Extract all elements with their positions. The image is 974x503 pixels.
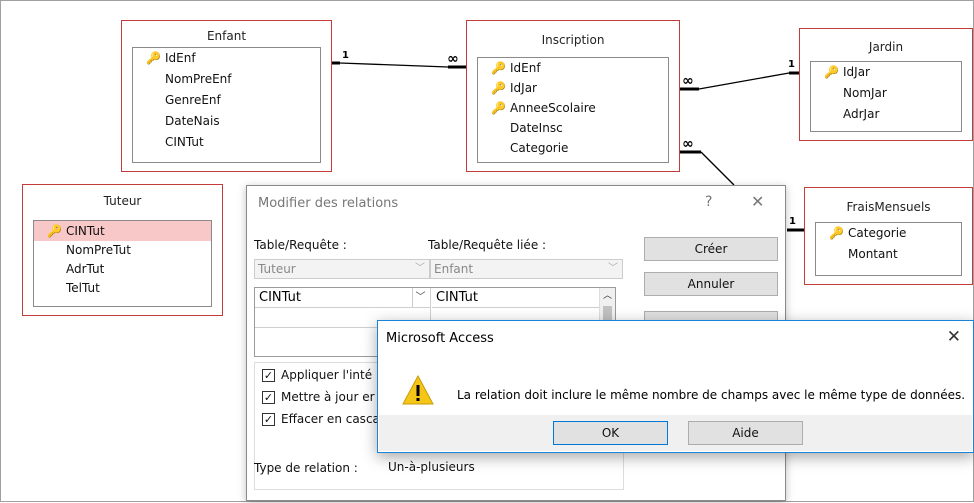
message-footer: OK Aide	[379, 415, 972, 451]
relation-many-label: ∞	[682, 73, 694, 89]
help-button[interactable]: Aide	[688, 421, 803, 445]
field-list: 🔑 IdEnf NomPreEnf GenreEnf DateNais CINTu…	[132, 47, 321, 163]
table-fraismensuels[interactable]: FraisMensuels 🔑 Categorie Montant	[804, 187, 973, 285]
left-field-cell[interactable]: CINTut ﹀	[255, 288, 431, 308]
related-table-label: Table/Requête liée :	[428, 238, 547, 252]
relation-one-label: 1	[789, 216, 796, 227]
key-icon: 🔑	[491, 101, 506, 115]
field-nompretut[interactable]: NomPreTut	[34, 241, 211, 260]
table-select[interactable]: Tuteur ﹀	[254, 259, 430, 279]
chevron-down-icon: ﹀	[415, 263, 425, 274]
enforce-integrity-checkbox[interactable]: ✓	[262, 369, 275, 382]
table-enfant[interactable]: Enfant 🔑 IdEnf NomPreEnf GenreEnf DateNai…	[121, 20, 332, 172]
chevron-up-icon[interactable]: ︿	[600, 288, 615, 304]
field-nomjar[interactable]: NomJar	[811, 83, 961, 104]
chevron-down-icon: ﹀	[608, 263, 618, 274]
field-idjar[interactable]: 🔑 IdJar	[478, 78, 668, 98]
cascade-delete-checkbox[interactable]: ✓	[262, 413, 275, 426]
table-title[interactable]: Jardin	[800, 40, 972, 54]
related-table-select[interactable]: Enfant ﹀	[430, 259, 623, 279]
field-categorie[interactable]: 🔑 Categorie	[816, 223, 961, 244]
field-montant[interactable]: Montant	[816, 244, 961, 265]
relation-type-label: Type de relation :	[254, 461, 358, 475]
key-icon: 🔑	[146, 51, 161, 65]
chevron-down-icon[interactable]: ﹀	[412, 288, 428, 307]
table-tuteur[interactable]: Tuteur 🔑 CINTut NomPreTut AdrTut TelTut	[22, 184, 223, 316]
field-idenf[interactable]: 🔑 IdEnf	[133, 48, 320, 69]
key-icon: 🔑	[829, 226, 844, 240]
ok-button[interactable]: OK	[553, 421, 668, 445]
relation-type-value: Un-à-plusieurs	[388, 460, 475, 474]
field-list: 🔑 IdJar NomJar AdrJar	[810, 61, 962, 132]
scrollbar-thumb[interactable]	[603, 306, 612, 320]
field-nompreenf[interactable]: NomPreEnf	[133, 69, 320, 90]
access-message-box: Microsoft Access ✕ La relation doit incl…	[377, 320, 974, 453]
warning-icon	[402, 374, 434, 405]
create-button[interactable]: Créer	[644, 237, 778, 261]
field-teltut[interactable]: TelTut	[34, 279, 211, 298]
relationships-canvas: 1 ∞ ∞ 1 ∞ 1 Enfant 🔑 IdEnf NomPreEnf Genr…	[0, 0, 974, 502]
cascade-update-checkbox[interactable]: ✓	[262, 391, 275, 404]
key-icon: 🔑	[47, 224, 62, 238]
cascade-delete-label: Effacer en casca	[281, 412, 380, 426]
relation-one-label: 1	[342, 50, 349, 61]
field-cintut[interactable]: CINTut	[133, 132, 320, 153]
relation-many-label: ∞	[447, 51, 459, 67]
table-title[interactable]: FraisMensuels	[805, 200, 972, 214]
table-inscription[interactable]: Inscription 🔑 IdEnf 🔑 IdJar 🔑 AnneeScolaire…	[466, 20, 680, 172]
field-adrjar[interactable]: AdrJar	[811, 104, 961, 125]
message-text: La relation doit inclure le même nombre …	[457, 388, 966, 402]
relation-one-label: 1	[788, 59, 795, 70]
field-list: 🔑 IdEnf 🔑 IdJar 🔑 AnneeScolaire DateInsc Ca…	[477, 57, 669, 163]
cancel-button[interactable]: Annuler	[644, 272, 778, 296]
dialog-title: Modifier des relations	[258, 196, 399, 211]
field-anneescolaire[interactable]: 🔑 AnneeScolaire	[478, 98, 668, 118]
field-categorie[interactable]: Categorie	[478, 138, 668, 158]
table-title[interactable]: Inscription	[467, 33, 679, 47]
close-icon[interactable]: ✕	[947, 327, 961, 347]
table-title[interactable]: Enfant	[122, 29, 331, 43]
key-icon: 🔑	[491, 81, 506, 95]
field-datenais[interactable]: DateNais	[133, 111, 320, 132]
cascade-update-label: Mettre à jour er	[281, 390, 375, 404]
message-body: La relation doit inclure le même nombre …	[379, 358, 972, 415]
field-idenf[interactable]: 🔑 IdEnf	[478, 58, 668, 78]
field-genreenf[interactable]: GenreEnf	[133, 90, 320, 111]
relation-many-label: ∞	[682, 136, 694, 152]
key-icon: 🔑	[824, 65, 839, 79]
field-list: 🔑 Categorie Montant	[815, 222, 962, 276]
field-idjar[interactable]: 🔑 IdJar	[811, 62, 961, 83]
close-icon[interactable]: ✕	[751, 192, 764, 211]
table-query-label: Table/Requête :	[254, 238, 347, 252]
table-jardin[interactable]: Jardin 🔑 IdJar NomJar AdrJar	[799, 28, 973, 141]
field-dateinsc[interactable]: DateInsc	[478, 118, 668, 138]
field-cintut[interactable]: 🔑 CINTut	[34, 221, 211, 241]
help-icon[interactable]: ?	[705, 194, 712, 210]
enforce-integrity-label: Appliquer l'inté	[281, 368, 373, 382]
right-field-cell[interactable]: CINTut	[432, 288, 600, 308]
key-icon: 🔑	[491, 61, 506, 75]
message-box-title: Microsoft Access	[386, 331, 494, 346]
field-adrtut[interactable]: AdrTut	[34, 260, 211, 279]
table-title[interactable]: Tuteur	[23, 194, 222, 208]
field-list: 🔑 CINTut NomPreTut AdrTut TelTut	[33, 220, 212, 307]
